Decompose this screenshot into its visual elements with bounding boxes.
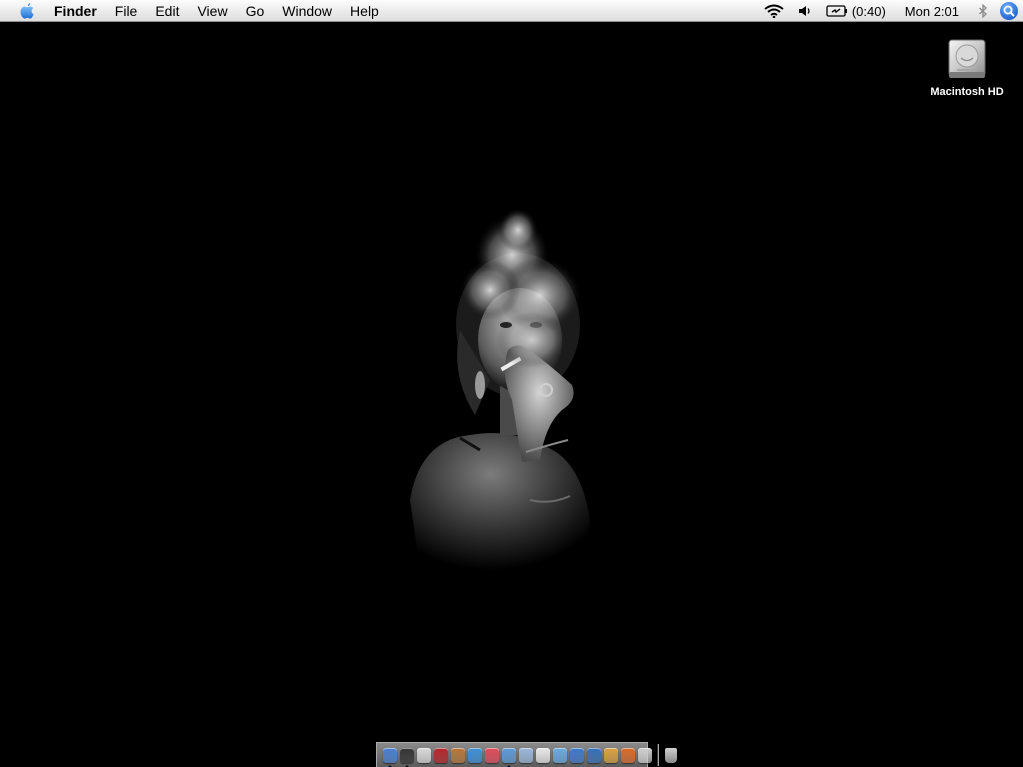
dock-separator bbox=[657, 744, 659, 766]
iphoto-icon[interactable] bbox=[603, 747, 618, 763]
desktop: Finder File Edit View Go Window Help (0:… bbox=[0, 0, 1023, 767]
spotlight-button[interactable] bbox=[995, 1, 1023, 21]
menu-file[interactable]: File bbox=[106, 0, 147, 22]
media-app-icon[interactable] bbox=[484, 747, 499, 763]
macintosh-hd-label: Macintosh HD bbox=[930, 86, 1004, 98]
menu-edit[interactable]: Edit bbox=[146, 0, 188, 22]
spotlight-search-icon bbox=[1000, 2, 1018, 20]
battery-time: (0:40) bbox=[851, 3, 886, 19]
hard-drive-icon bbox=[948, 39, 986, 78]
menu-clock[interactable]: Mon 2:01 bbox=[893, 0, 971, 22]
battery-status[interactable]: (0:40) bbox=[819, 0, 893, 22]
finder-icon[interactable] bbox=[382, 747, 397, 767]
chat-app-icon[interactable] bbox=[467, 747, 482, 763]
itunes-icon[interactable] bbox=[552, 747, 567, 763]
calendar-icon[interactable] bbox=[535, 747, 550, 763]
menu-help[interactable]: Help bbox=[341, 0, 388, 22]
menu-go[interactable]: Go bbox=[237, 0, 274, 22]
apple-menu[interactable] bbox=[0, 0, 54, 22]
browser-icon[interactable] bbox=[501, 747, 516, 767]
office-app-icon[interactable] bbox=[620, 747, 635, 763]
wifi-icon bbox=[764, 4, 784, 18]
dock bbox=[376, 742, 677, 767]
preview-icon[interactable] bbox=[637, 747, 652, 763]
dashboard-icon[interactable] bbox=[399, 747, 414, 767]
textedit-icon[interactable] bbox=[416, 747, 431, 763]
wifi-status[interactable] bbox=[757, 0, 791, 22]
trash-icon[interactable] bbox=[664, 747, 677, 763]
pdf-reader-icon[interactable] bbox=[433, 747, 448, 763]
menu-bar: Finder File Edit View Go Window Help (0:… bbox=[0, 0, 1023, 22]
desktop-wallpaper bbox=[410, 208, 590, 570]
mail-icon[interactable] bbox=[518, 747, 533, 763]
menu-extras: (0:40) Mon 2:01 bbox=[757, 0, 1023, 22]
macintosh-hd-icon[interactable]: Macintosh HD bbox=[924, 38, 1010, 98]
menu-view[interactable]: View bbox=[188, 0, 236, 22]
photo-app-icon[interactable] bbox=[450, 747, 465, 763]
ical-icon[interactable] bbox=[569, 747, 584, 763]
apple-icon bbox=[20, 2, 34, 19]
bluetooth-status[interactable] bbox=[971, 0, 995, 22]
menu-window[interactable]: Window bbox=[273, 0, 341, 22]
imovie-icon[interactable] bbox=[586, 747, 601, 763]
speaker-icon bbox=[798, 6, 810, 16]
battery-icon bbox=[826, 5, 847, 17]
volume-status[interactable] bbox=[791, 0, 819, 22]
menu-app-finder[interactable]: Finder bbox=[54, 0, 106, 22]
bluetooth-icon bbox=[979, 4, 987, 18]
